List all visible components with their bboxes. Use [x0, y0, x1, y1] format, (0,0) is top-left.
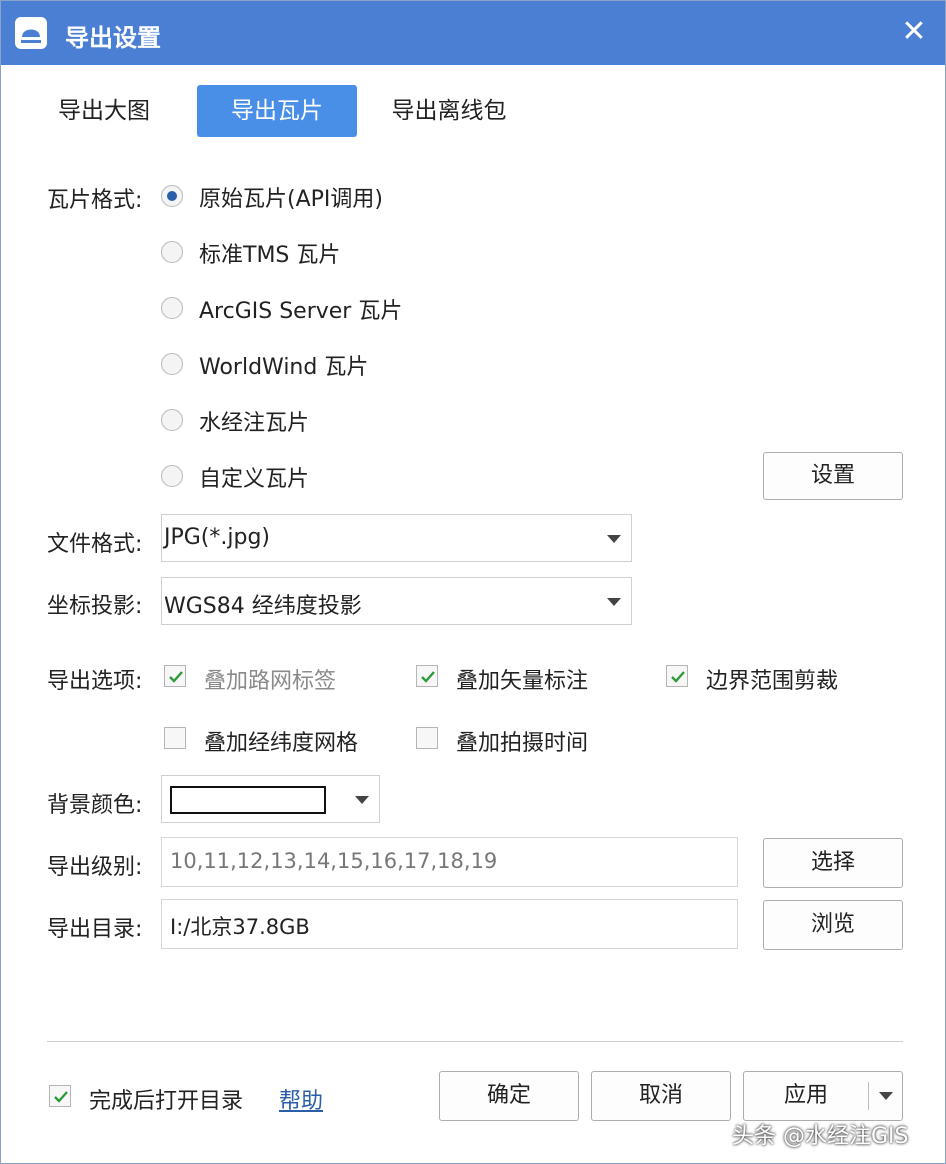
background-color-picker[interactable]	[161, 775, 380, 823]
checkmark-icon	[169, 671, 183, 683]
tab-export-offline-package[interactable]: 导出离线包	[377, 85, 521, 137]
radio-button[interactable]	[161, 241, 183, 263]
radio-label: 原始瓦片(API调用)	[199, 187, 383, 212]
export-levels-label: 导出级别:	[47, 855, 143, 880]
apply-button[interactable]: 应用	[744, 1072, 868, 1120]
file-format-label: 文件格式:	[47, 532, 143, 557]
export-options-label: 导出选项:	[47, 669, 143, 694]
checkbox-label: 叠加拍摄时间	[456, 731, 589, 756]
export-directory-field[interactable]: I:/北京37.8GB	[161, 899, 738, 949]
projection-value: WGS84 经纬度投影	[164, 594, 362, 619]
dropdown-arrow-icon	[607, 598, 621, 606]
tab-export-tiles[interactable]: 导出瓦片	[197, 85, 357, 137]
app-logo-icon	[15, 17, 47, 49]
radio-label: ArcGIS Server 瓦片	[199, 299, 403, 324]
checkbox-label: 叠加矢量标注	[456, 669, 589, 694]
export-directory-value: I:/北京37.8GB	[170, 915, 310, 939]
projection-dropdown[interactable]: WGS84 经纬度投影	[161, 577, 632, 625]
title-bar[interactable]: 导出设置 ✕	[1, 1, 945, 65]
cancel-button[interactable]: 取消	[591, 1071, 731, 1121]
checkbox-label: 边界范围剪裁	[706, 669, 839, 694]
radio-label: WorldWind 瓦片	[199, 355, 369, 380]
window-title: 导出设置	[65, 24, 161, 52]
browse-button[interactable]: 浏览	[763, 900, 903, 950]
export-levels-field[interactable]: 10,11,12,13,14,15,16,17,18,19	[161, 837, 738, 887]
checkbox-checked[interactable]	[164, 665, 186, 687]
checkmark-icon	[421, 671, 435, 683]
export-levels-value: 10,11,12,13,14,15,16,17,18,19	[170, 849, 498, 873]
file-format-value: JPG(*.jpg)	[164, 525, 271, 550]
checkmark-icon	[54, 1091, 68, 1103]
chevron-down-icon	[879, 1092, 893, 1100]
settings-button[interactable]: 设置	[763, 452, 903, 500]
checkbox-checked[interactable]	[416, 665, 438, 687]
radio-label: 自定义瓦片	[199, 467, 310, 492]
tab-export-large-image[interactable]: 导出大图	[41, 85, 167, 137]
radio-button[interactable]	[161, 409, 183, 431]
tile-format-label: 瓦片格式:	[47, 188, 143, 213]
export-directory-label: 导出目录:	[47, 917, 143, 942]
dropdown-arrow-icon	[355, 796, 369, 804]
radio-button[interactable]	[161, 353, 183, 375]
radio-button-checked[interactable]	[161, 185, 183, 207]
radio-label: 标准TMS 瓦片	[199, 243, 341, 268]
ok-button[interactable]: 确定	[439, 1071, 579, 1121]
radio-button[interactable]	[161, 465, 183, 487]
background-color-label: 背景颜色:	[47, 793, 143, 818]
checkbox-label: 叠加路网标签	[204, 669, 337, 694]
radio-button[interactable]	[161, 297, 183, 319]
dropdown-arrow-icon	[607, 535, 621, 543]
apply-dropdown-button[interactable]	[869, 1072, 902, 1120]
watermark: 头条 @水经注GIS	[732, 1124, 909, 1149]
checkmark-icon	[671, 671, 685, 683]
checkbox-unchecked[interactable]	[416, 727, 438, 749]
projection-label: 坐标投影:	[47, 594, 143, 619]
color-swatch	[170, 786, 326, 814]
footer-divider	[47, 1041, 903, 1042]
radio-label: 水经注瓦片	[199, 411, 310, 436]
checkbox-unchecked[interactable]	[164, 727, 186, 749]
export-settings-dialog: 导出设置 ✕ 导出大图 导出瓦片 导出离线包 瓦片格式: 原始瓦片(API调用)…	[0, 0, 946, 1164]
close-icon[interactable]: ✕	[897, 13, 931, 51]
checkbox-label: 完成后打开目录	[89, 1089, 244, 1114]
select-levels-button[interactable]: 选择	[763, 838, 903, 888]
checkbox-checked[interactable]	[666, 665, 688, 687]
file-format-dropdown[interactable]: JPG(*.jpg)	[161, 514, 632, 562]
apply-split-button: 应用	[743, 1071, 903, 1121]
help-link[interactable]: 帮助	[279, 1083, 323, 1115]
checkbox-label: 叠加经纬度网格	[204, 731, 359, 756]
checkbox-checked[interactable]	[49, 1085, 71, 1107]
